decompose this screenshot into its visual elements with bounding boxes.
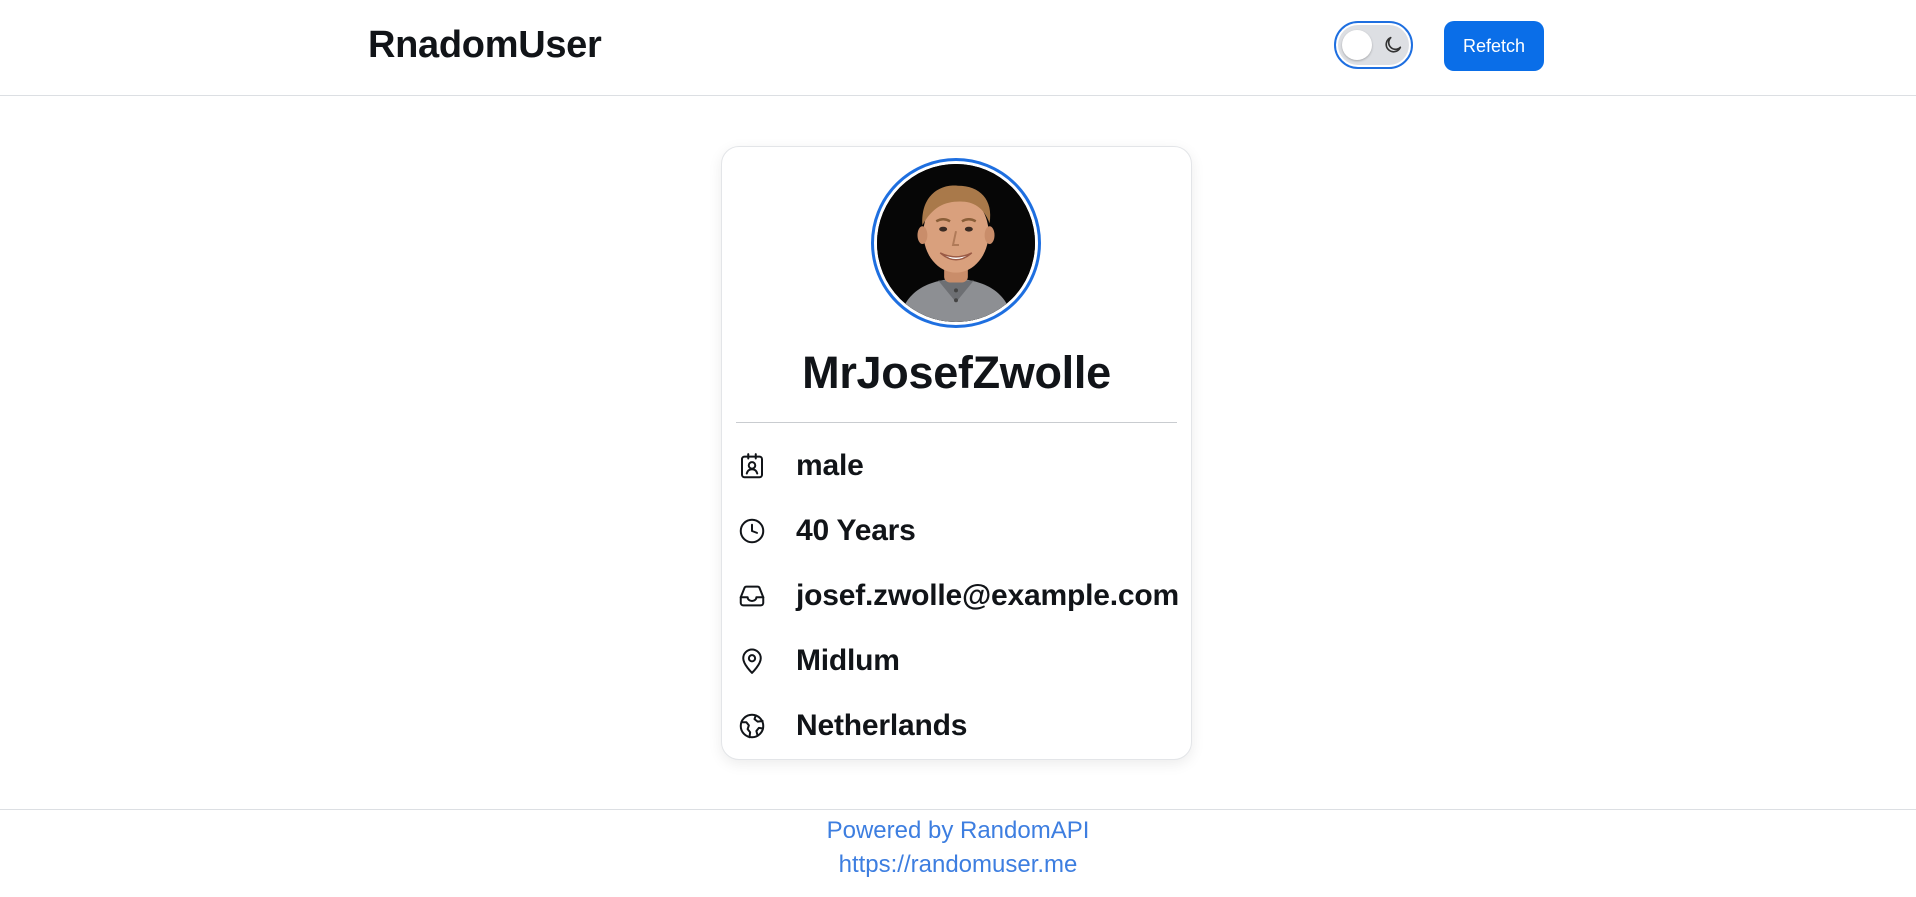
detail-age: 40 Years xyxy=(736,511,916,551)
detail-age-value: 40 Years xyxy=(796,514,916,547)
footer: Powered by RandomAPI https://randomuser.… xyxy=(0,809,1916,897)
user-photo-icon xyxy=(877,164,1035,322)
profile-card: MrJosefZwolle male 40 Years josef.zwolle… xyxy=(721,146,1192,760)
theme-toggle-knob xyxy=(1342,30,1372,60)
map-pin-icon xyxy=(736,645,768,677)
refetch-button[interactable]: Refetch xyxy=(1444,21,1544,71)
divider xyxy=(736,422,1177,423)
detail-city: Midlum xyxy=(736,641,900,681)
detail-country-value: Netherlands xyxy=(796,709,968,742)
powered-by-text: Powered by RandomAPI xyxy=(826,817,1090,844)
theme-toggle[interactable] xyxy=(1334,21,1413,69)
moon-icon xyxy=(1385,36,1402,53)
detail-email-value: josef.zwolle@example.com xyxy=(796,579,1179,612)
theme-toggle-track xyxy=(1338,25,1409,65)
brand-title: RnadomUser xyxy=(368,24,602,66)
detail-gender-value: male xyxy=(796,449,864,482)
detail-gender: male xyxy=(736,446,864,486)
randomuser-link[interactable]: https://randomuser.me xyxy=(0,848,1916,882)
detail-email: josef.zwolle@example.com xyxy=(736,576,1179,616)
id-badge-icon xyxy=(736,450,768,482)
avatar-photo xyxy=(877,164,1035,322)
detail-country: Netherlands xyxy=(736,706,967,746)
inbox-icon xyxy=(736,580,768,612)
globe-icon xyxy=(736,710,768,742)
navbar: RnadomUser Refetch xyxy=(0,0,1916,96)
profile-name: MrJosefZwolle xyxy=(802,347,1111,398)
avatar xyxy=(871,158,1041,328)
detail-city-value: Midlum xyxy=(796,644,900,677)
clock-icon xyxy=(736,515,768,547)
